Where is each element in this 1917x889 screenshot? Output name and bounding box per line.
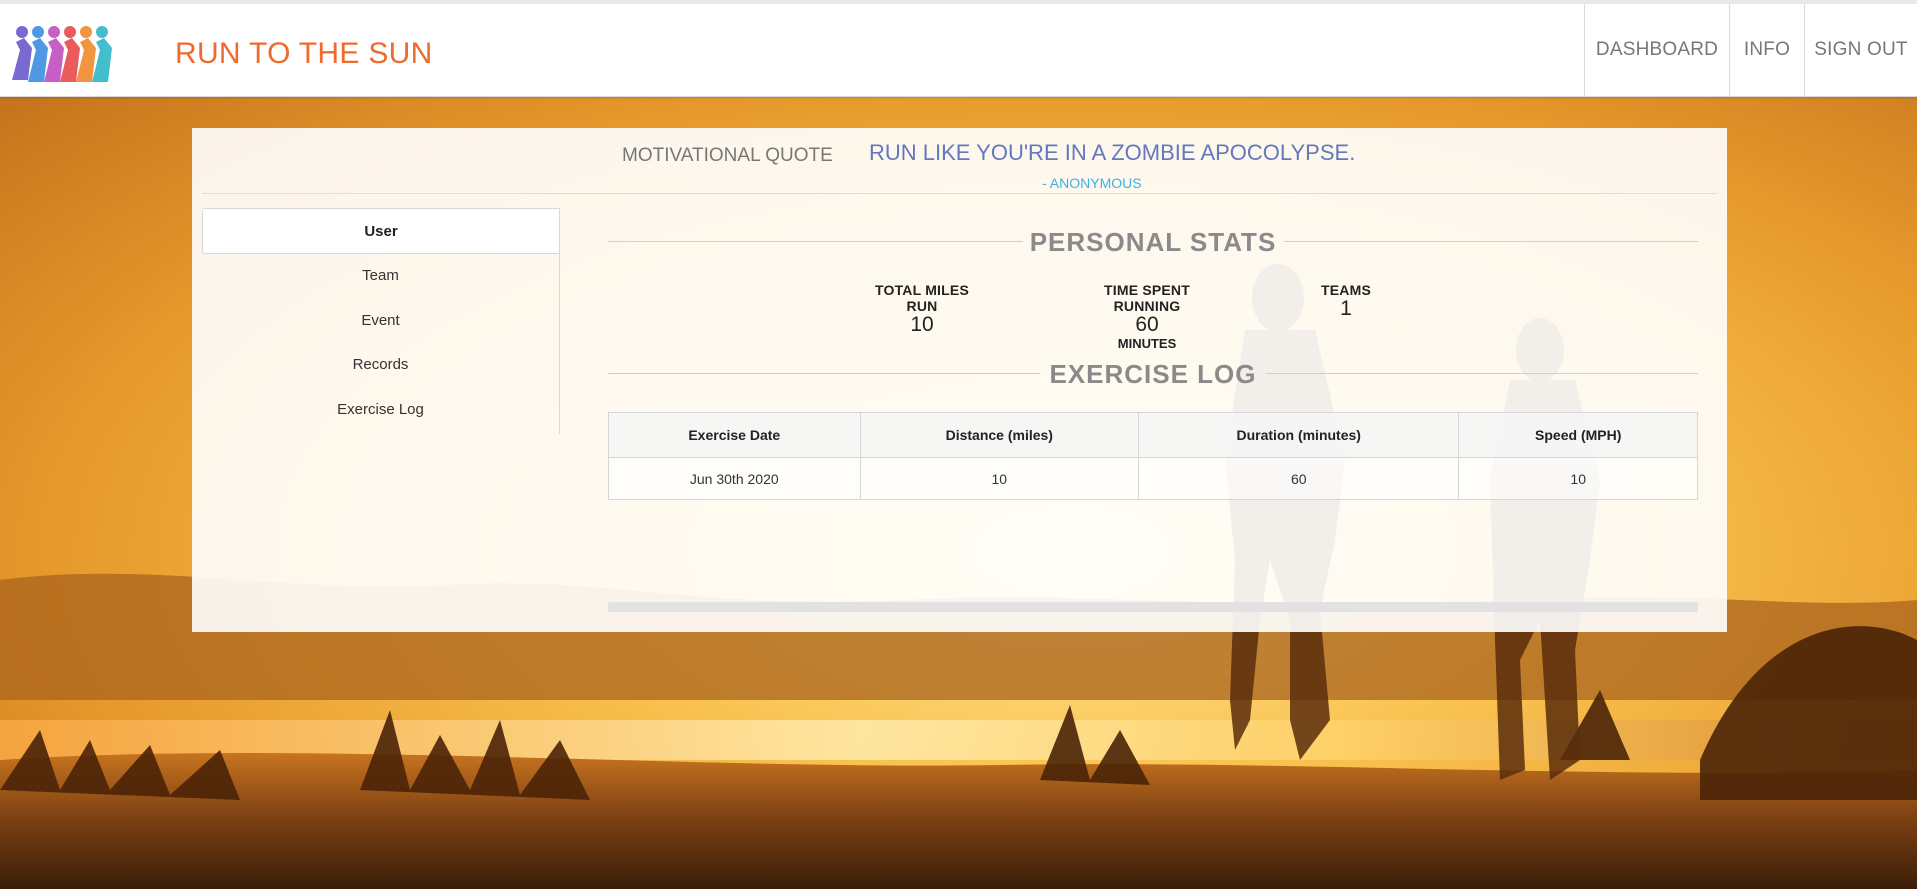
column-header[interactable]: Exercise Date xyxy=(608,412,861,458)
stat-label: TEAMS xyxy=(1321,282,1371,298)
personal-stats-title: PERSONAL STATS xyxy=(1029,227,1277,257)
column-header[interactable]: Duration (minutes) xyxy=(1138,412,1460,458)
stat-value: 1 xyxy=(1340,297,1352,320)
personal-stats-header: PERSONAL STATS xyxy=(608,227,1698,257)
stat-label: TOTAL MILES RUN xyxy=(875,282,969,314)
stat-unit: MINUTES xyxy=(1117,336,1177,351)
column-header[interactable]: Speed (MPH) xyxy=(1458,412,1698,458)
exercise-log-title: EXERCISE LOG xyxy=(1049,359,1257,389)
cell-distance: 10 xyxy=(859,457,1140,500)
sidebar-item-records[interactable]: Records xyxy=(202,342,559,386)
brand-title[interactable]: RUN TO THE SUN xyxy=(175,37,433,71)
divider xyxy=(202,193,1717,194)
cell-speed: 10 xyxy=(1458,457,1698,500)
runners-logo-icon[interactable] xyxy=(2,20,118,90)
sidebar-menu: User Team Event Records Exercise Log xyxy=(202,208,560,434)
table-row[interactable]: Jun 30th 2020 10 60 10 xyxy=(608,457,1698,500)
sidebar-item-team[interactable]: Team xyxy=(202,253,559,297)
dashboard-card: MOTIVATIONAL QUOTE RUN LIKE YOU'RE IN A … xyxy=(192,128,1727,632)
horizontal-scrollbar[interactable] xyxy=(608,602,1698,612)
sidebar-item-user[interactable]: User xyxy=(202,208,559,254)
top-navbar: RUN TO THE SUN DASHBOARD INFO SIGN OUT xyxy=(0,4,1917,97)
stat-value: 10 xyxy=(910,313,934,336)
main-nav: DASHBOARD INFO SIGN OUT xyxy=(1584,4,1917,96)
nav-dashboard[interactable]: DASHBOARD xyxy=(1584,4,1729,96)
stat-total-miles: TOTAL MILES RUN 10 xyxy=(860,282,984,336)
nav-sign-out[interactable]: SIGN OUT xyxy=(1804,4,1917,96)
cell-exercise-date: Jun 30th 2020 xyxy=(608,457,861,500)
sidebar-item-exercise-log[interactable]: Exercise Log xyxy=(202,387,559,431)
stat-time-running: TIME SPENT RUNNING 60 MINUTES xyxy=(1072,282,1222,351)
quote-label: MOTIVATIONAL QUOTE xyxy=(622,145,833,166)
quote-author: - ANONYMOUS xyxy=(1042,175,1142,191)
table-header-row: Exercise Date Distance (miles) Duration … xyxy=(608,412,1698,458)
stat-value: 60 xyxy=(1135,313,1159,336)
exercise-log-header: EXERCISE LOG xyxy=(608,359,1698,389)
quote-text: RUN LIKE YOU'RE IN A ZOMBIE APOCOLYPSE. xyxy=(869,140,1356,165)
stat-label: TIME SPENT RUNNING xyxy=(1103,282,1190,314)
column-header[interactable]: Distance (miles) xyxy=(859,412,1140,458)
exercise-log-table: Exercise Date Distance (miles) Duration … xyxy=(608,412,1698,500)
stat-teams: TEAMS 1 xyxy=(1306,282,1386,320)
cell-duration: 60 xyxy=(1138,457,1460,500)
nav-info[interactable]: INFO xyxy=(1729,4,1804,96)
sidebar-item-event[interactable]: Event xyxy=(202,298,559,342)
